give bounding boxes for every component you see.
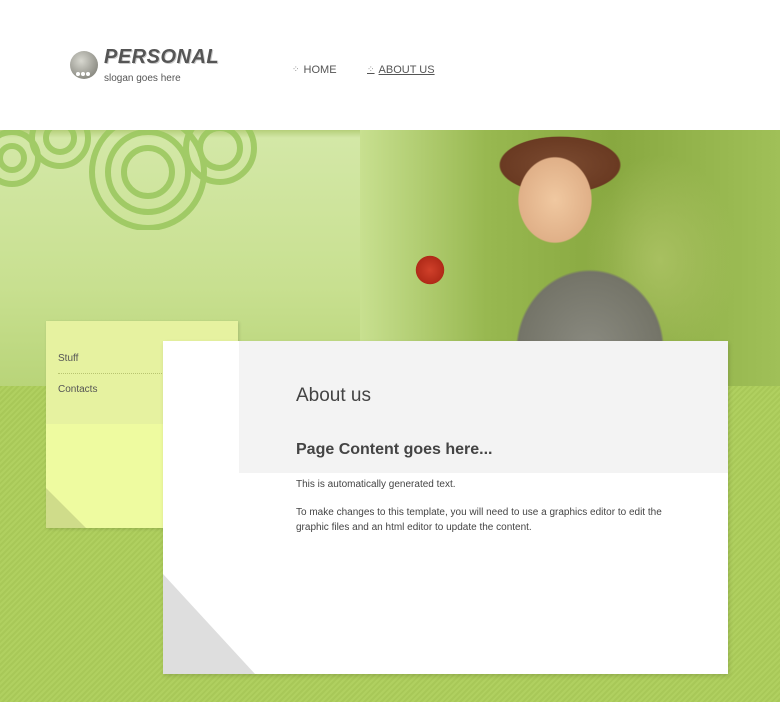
content-paragraph: To make changes to this template, you wi… [296,507,662,533]
main-nav: ⁘ HOME ⁘ ABOUT US [292,59,461,77]
decorative-circles [0,130,257,230]
content-paragraph: This is automatically generated text. [296,479,456,490]
content-subtitle: Page Content goes here... [296,441,493,458]
nav-link-about-us[interactable]: ⁘ ABOUT US [367,64,435,76]
site-logo-title[interactable]: PERSONAL [104,46,219,69]
dotted-arrow-icon: ⁘ [367,64,375,74]
page-title: About us [296,385,371,406]
dotted-arrow-icon: ⁘ [292,64,300,74]
sidebar-item-label: Stuff [58,352,79,364]
content-panel: About us Page Content goes here... This … [163,341,728,674]
page-fold-corner [46,488,86,528]
nav-link-home[interactable]: ⁘ HOME [292,64,337,76]
sidebar-item-label: Contacts [58,383,98,395]
nav-link-label: HOME [303,63,337,76]
nav-link-label: ABOUT US [378,63,435,76]
header: PERSONAL slogan goes here ⁘ HOME ⁘ ABOUT… [0,0,780,130]
logo-badge-icon[interactable] [70,51,98,79]
page-fold-corner [163,574,255,674]
site-slogan: slogan goes here [104,73,181,84]
